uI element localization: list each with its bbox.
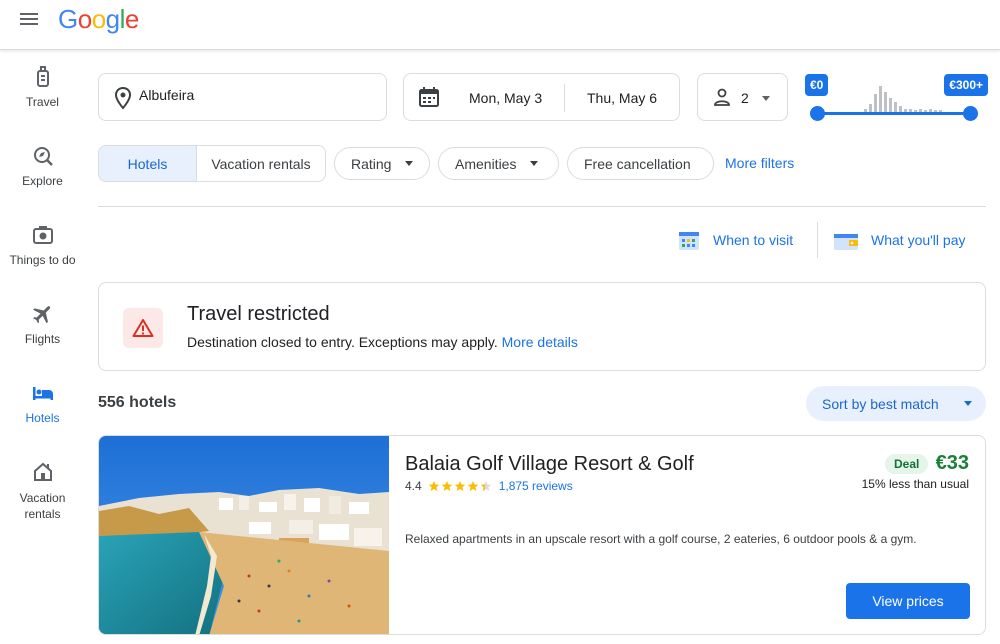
rating-filter-label: Rating [351,155,392,172]
alert-description: Destination closed to entry. Exceptions … [187,334,578,350]
free-cancellation-label: Free cancellation [584,155,691,172]
location-field[interactable] [98,73,387,121]
sidebar-item-explore[interactable]: Explore [0,144,85,188]
google-logo[interactable]: Google [58,4,139,35]
insight-divider [817,222,818,258]
logo-letter: e [124,4,139,34]
sidebar-item-label: Explore [22,174,63,188]
price-note: 15% less than usual [861,477,969,491]
view-prices-button[interactable]: View prices [846,583,970,619]
location-pin-icon [114,86,132,110]
hotel-photo[interactable] [99,436,389,635]
warning-icon [123,308,163,348]
slider-max-handle[interactable] [963,106,978,121]
luggage-icon [36,66,49,87]
checkout-date[interactable]: Thu, May 6 [587,90,657,106]
hotel-rating: 4.4 1,875 reviews [405,479,573,493]
airplane-icon [32,306,50,324]
deal-badge: Deal [885,454,929,474]
bed-icon [32,387,53,400]
alert-text: Destination closed to entry. Exceptions … [187,334,498,350]
camera-icon [32,226,53,244]
amenities-filter-label: Amenities [455,155,517,172]
person-icon [714,88,730,106]
main-menu-icon[interactable] [20,10,42,28]
when-to-visit-link[interactable]: When to visit [677,228,793,252]
price-histogram [864,86,942,114]
price-range-slider[interactable]: €0 €300+ [804,72,988,124]
rating-filter[interactable]: Rating [334,147,430,180]
more-filters-link[interactable]: More filters [725,155,794,171]
slider-track [818,112,972,115]
star-icon [454,481,465,491]
hotel-description: Relaxed apartments in an upscale resort … [405,532,917,546]
price-min-label: €0 [805,74,829,96]
sidebar-item-label: Things to do [9,253,76,267]
sidebar-item-flights[interactable]: Flights [0,302,85,346]
sidebar-item-travel[interactable]: Travel [0,65,85,109]
when-to-visit-label: When to visit [713,232,794,248]
what-youll-pay-label: What you'll pay [871,232,966,248]
hotel-card[interactable]: Balaia Golf Village Resort & Golf 4.4 1,… [98,435,986,635]
calendar-icon [419,87,439,107]
star-icon [467,481,478,491]
checkin-date[interactable]: Mon, May 3 [469,90,542,106]
sidebar-item-things-to-do[interactable]: Things to do [0,223,85,267]
house-icon [33,462,52,481]
top-bar: Google [0,0,1000,50]
logo-letter: g [105,4,120,34]
date-picker[interactable]: Mon, May 3 Thu, May 6 [403,73,680,121]
chevron-down-icon [405,161,414,166]
star-rating [428,480,493,492]
slider-min-handle[interactable] [810,106,825,121]
logo-letter: o [77,4,92,34]
hotel-price: €33 [935,452,969,474]
star-icon [441,481,452,491]
sidebar-item-label: Vacation rentals [19,491,66,521]
guest-count: 2 [741,90,749,106]
date-separator [564,84,565,112]
amenities-filter[interactable]: Amenities [438,147,559,180]
travel-restriction-alert: Travel restricted Destination closed to … [98,282,986,371]
location-input[interactable] [139,87,379,103]
star-icon [428,481,439,491]
alert-title: Travel restricted [187,303,330,325]
explore-icon [33,147,53,166]
property-type-toggle: Hotels Vacation rentals [98,145,326,182]
chevron-down-icon [964,401,972,406]
reviews-link[interactable]: 1,875 reviews [499,479,573,493]
logo-letter: o [91,4,106,34]
what-youll-pay-link[interactable]: What you'll pay [833,228,966,252]
chevron-down-icon [530,161,539,166]
tab-hotels[interactable]: Hotels [99,146,197,181]
price-max-label: €300+ [944,74,988,96]
logo-letter: G [58,4,78,34]
sidebar-item-label: Hotels [25,411,60,425]
sidebar: Travel Explore Things to do Flights Hote… [0,51,85,644]
hotel-name[interactable]: Balaia Golf Village Resort & Golf [405,453,694,476]
more-details-link[interactable]: More details [502,334,578,350]
guests-selector[interactable]: 2 [697,73,788,121]
sort-dropdown[interactable]: Sort by best match [806,386,986,421]
calendar-chart-icon [679,232,699,250]
sidebar-item-hotels[interactable]: Hotels [0,381,85,425]
sort-label: Sort by best match [822,395,939,412]
free-cancellation-filter[interactable]: Free cancellation [567,147,714,180]
sidebar-item-label: Travel [26,95,59,109]
sidebar-item-label: Flights [24,332,61,346]
wallet-icon [834,234,858,250]
section-divider [98,206,986,207]
rating-value: 4.4 [405,479,422,493]
sidebar-item-vacation-rentals[interactable]: Vacation rentals [0,460,85,522]
tab-vacation-rentals[interactable]: Vacation rentals [197,146,325,181]
chevron-down-icon [762,96,770,101]
results-count: 556 hotels [98,394,177,411]
star-icon [480,481,491,491]
